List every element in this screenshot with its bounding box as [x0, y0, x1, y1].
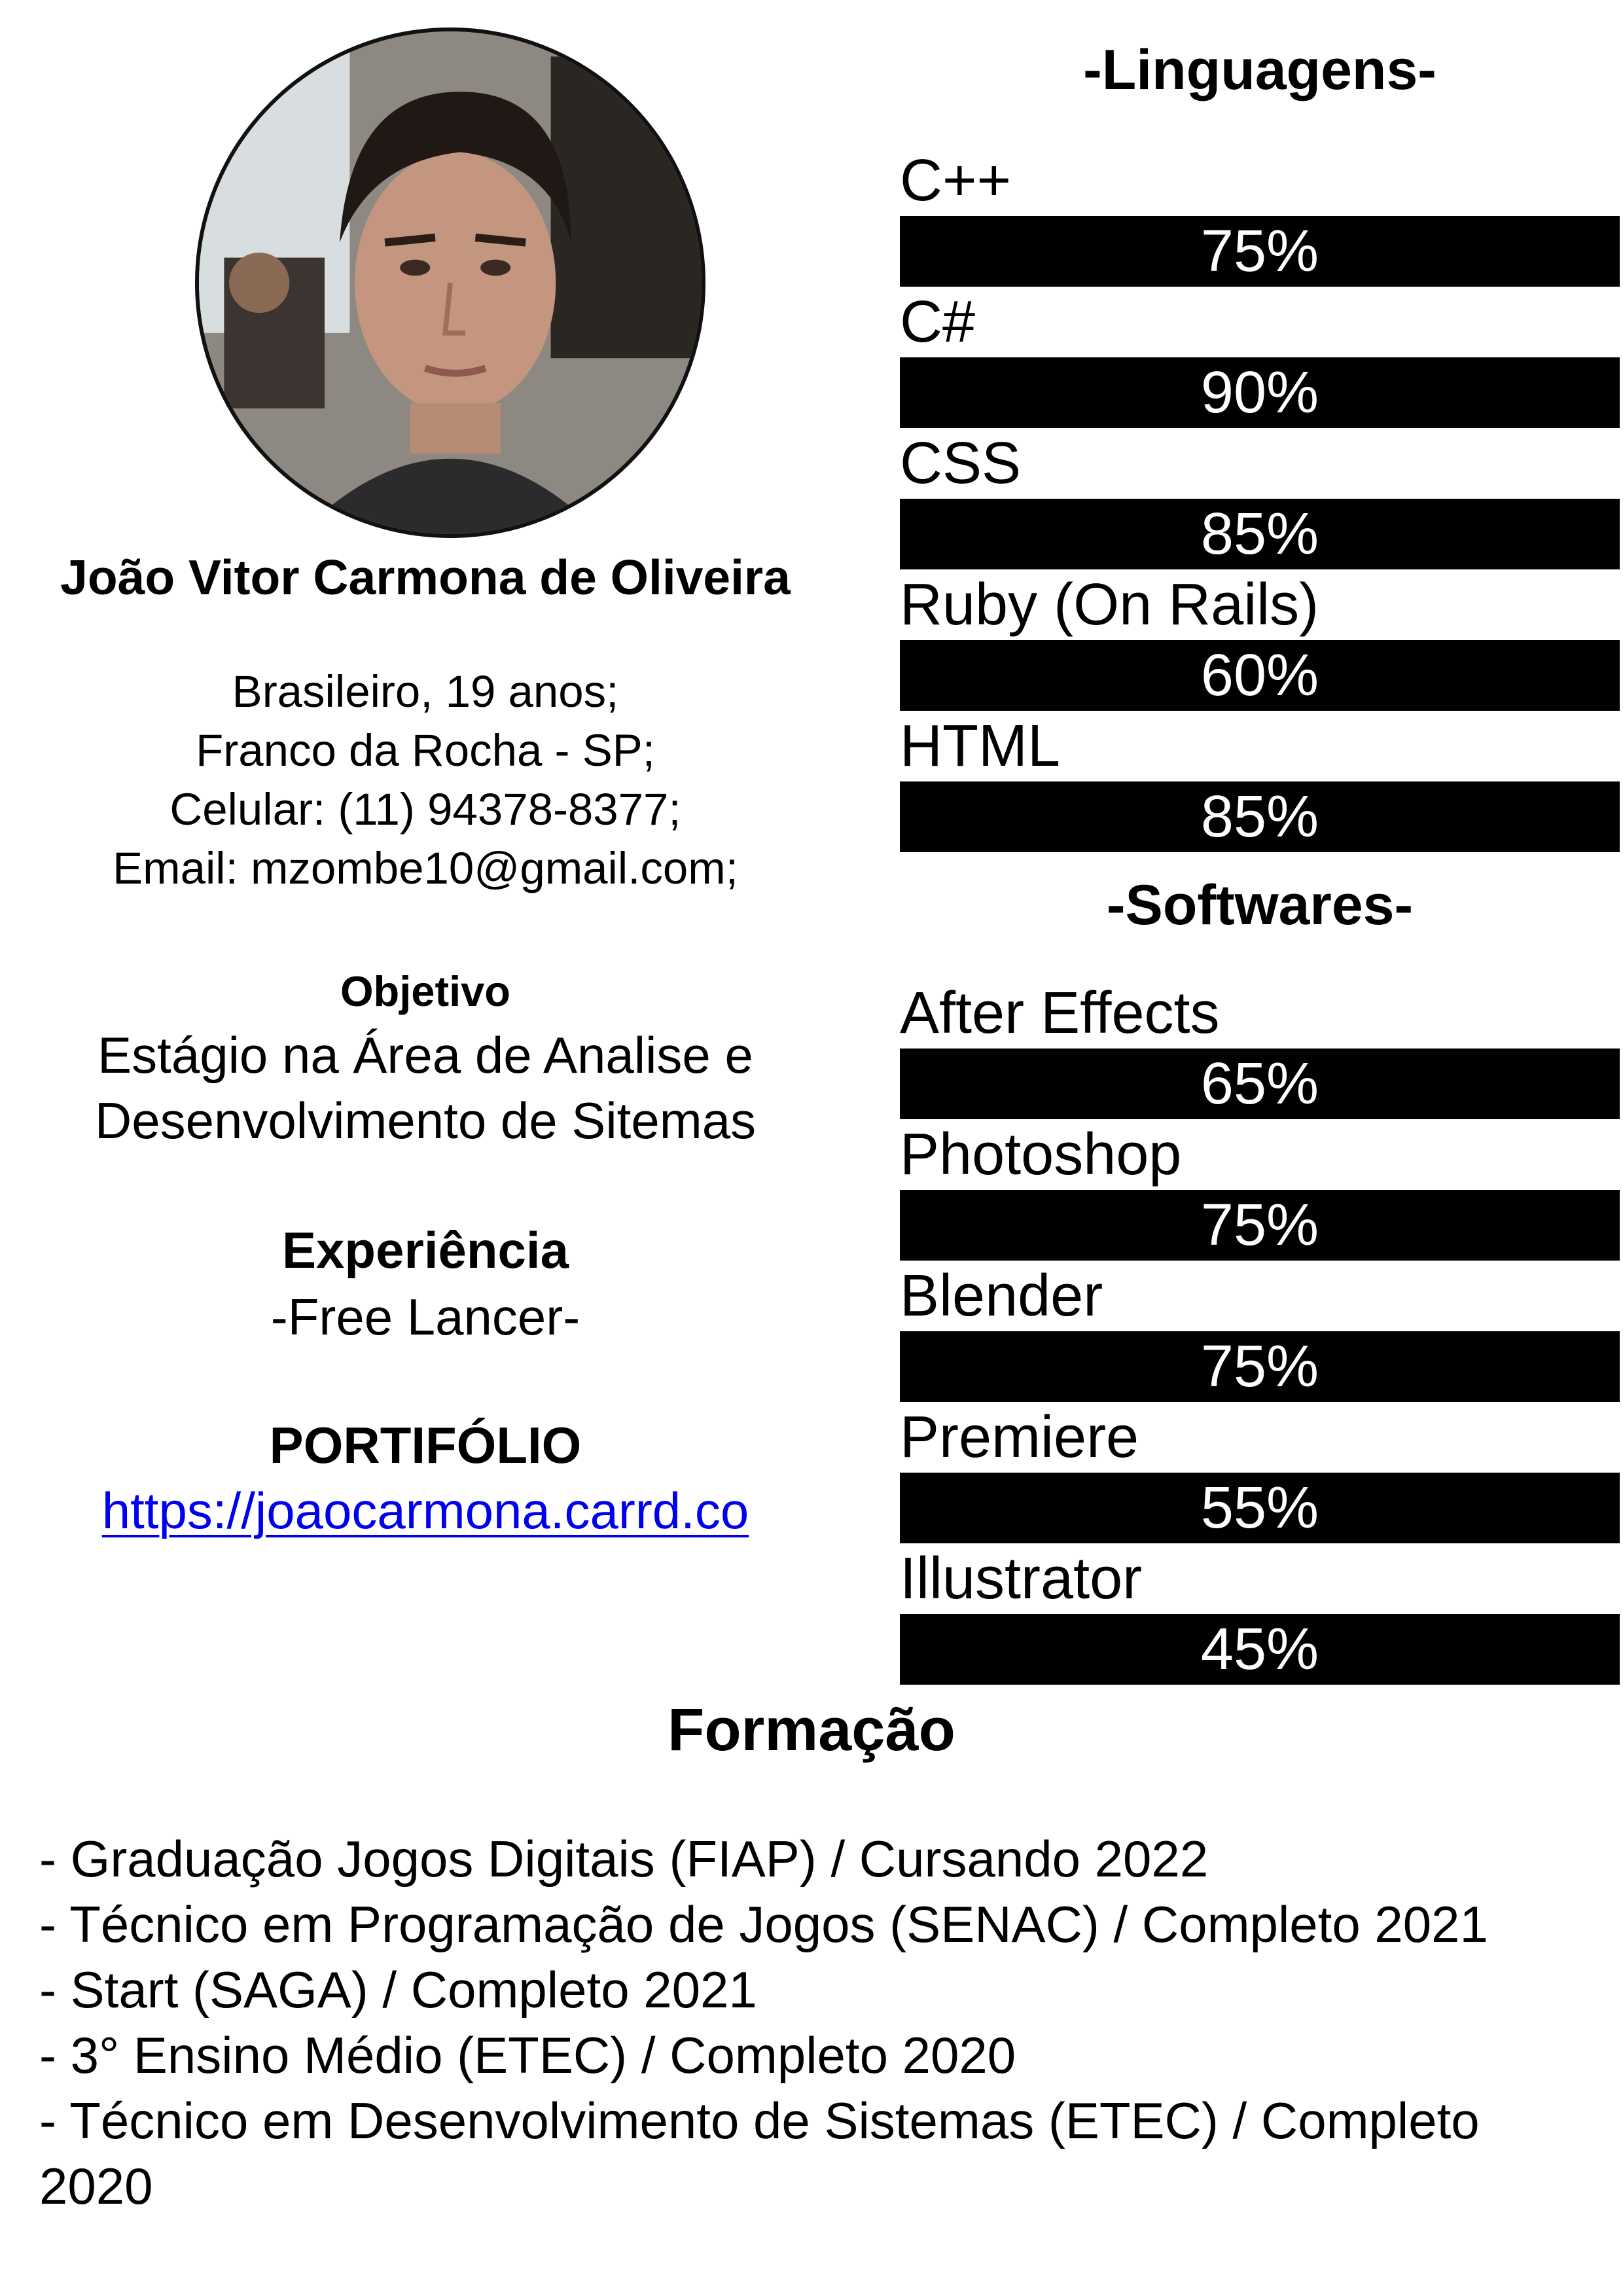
- education-list: - Graduação Jogos Digitais (FIAP) / Curs…: [39, 1826, 1597, 2219]
- software-percent: 75%: [1200, 1193, 1319, 1258]
- software-name: Illustrator: [900, 1546, 1143, 1611]
- software-name: Blender: [900, 1263, 1103, 1329]
- software-item: Premiere 55%: [900, 1402, 1620, 1543]
- language-bar: 75%: [900, 216, 1620, 287]
- software-name: Photoshop: [900, 1122, 1182, 1187]
- objective-line: Estágio na Área de Analise e: [98, 1026, 753, 1084]
- language-percent: 60%: [1200, 643, 1319, 708]
- language-name: CSS: [900, 431, 1022, 496]
- software-name: Premiere: [900, 1405, 1139, 1470]
- objective-text: Estágio na Área de Analise e Desenvolvim…: [26, 1022, 825, 1153]
- language-item: HTML 85%: [900, 711, 1620, 852]
- experience-text: -Free Lancer-: [270, 1288, 580, 1346]
- software-item: Photoshop 75%: [900, 1119, 1620, 1261]
- language-percent: 75%: [1200, 219, 1319, 284]
- software-percent: 45%: [1200, 1617, 1319, 1682]
- education-item: - Start (SAGA) / Completo 2021: [39, 1961, 757, 2018]
- software-percent: 75%: [1200, 1334, 1319, 1399]
- language-percent: 85%: [1200, 784, 1319, 850]
- language-percent: 90%: [1200, 360, 1319, 425]
- software-bar: 55%: [900, 1473, 1620, 1543]
- experience-heading: Experiência: [282, 1221, 569, 1279]
- software-percent: 55%: [1200, 1475, 1319, 1541]
- personal-details: Brasileiro, 19 anos; Franco da Rocha - S…: [26, 662, 825, 898]
- portfolio-heading: PORTIFÓLIO: [269, 1416, 582, 1474]
- language-name: C++: [900, 148, 1012, 213]
- software-bar: 75%: [900, 1331, 1620, 1402]
- languages-heading: -Linguagens-: [1083, 39, 1436, 101]
- software-bar: 65%: [900, 1049, 1620, 1119]
- software-item: After Effects 65%: [900, 978, 1620, 1119]
- detail-phone: Celular: (11) 94378-8377;: [169, 784, 681, 834]
- education-item: - Técnico em Desenvolvimento de Sistemas…: [39, 2092, 1480, 2215]
- objective-heading: Objetivo: [340, 967, 511, 1015]
- education-item: - 3° Ensino Médio (ETEC) / Completo 2020: [39, 2026, 1016, 2084]
- language-name: HTML: [900, 713, 1060, 779]
- language-item: C++ 75%: [900, 145, 1620, 287]
- detail-nationality-age: Brasileiro, 19 anos;: [232, 666, 619, 717]
- software-item: Blender 75%: [900, 1261, 1620, 1402]
- education-heading: Formação: [668, 1696, 955, 1763]
- language-item: CSS 85%: [900, 428, 1620, 569]
- education-item: - Técnico em Programação de Jogos (SENAC…: [39, 1895, 1488, 1953]
- portfolio-link-container: https://joaocarmona.carrd.co: [26, 1478, 825, 1543]
- software-bar: 45%: [900, 1614, 1620, 1685]
- software-item: Illustrator 45%: [900, 1543, 1620, 1685]
- software-percent: 65%: [1200, 1051, 1319, 1117]
- language-bar: 90%: [900, 357, 1620, 428]
- profile-name: João Vitor Carmona de Oliveira: [60, 550, 791, 605]
- language-item: C# 90%: [900, 287, 1620, 428]
- language-name: Ruby (On Rails): [900, 572, 1319, 637]
- detail-location: Franco da Rocha - SP;: [196, 725, 655, 776]
- language-bar: 85%: [900, 499, 1620, 569]
- softwares-heading: -Softwares-: [1106, 874, 1414, 937]
- software-name: After Effects: [900, 980, 1220, 1046]
- softwares-list: After Effects 65% Photoshop 75% Blender 75% Pr…: [900, 978, 1620, 1685]
- software-bar: 75%: [900, 1190, 1620, 1261]
- language-item: Ruby (On Rails) 60%: [900, 569, 1620, 711]
- portfolio-link[interactable]: https://joaocarmona.carrd.co: [102, 1482, 749, 1539]
- profile-photo: [195, 27, 705, 538]
- language-bar: 85%: [900, 781, 1620, 852]
- language-bar: 60%: [900, 640, 1620, 711]
- education-item: - Graduação Jogos Digitais (FIAP) / Curs…: [39, 1830, 1209, 1888]
- language-percent: 85%: [1200, 501, 1319, 567]
- language-name: C#: [900, 289, 976, 355]
- languages-list: C++ 75% C# 90% CSS 85% Ruby (On Rails) 60% HTML 8…: [900, 145, 1620, 852]
- objective-line: Desenvolvimento de Sitemas: [94, 1092, 757, 1149]
- detail-email: Email: mzombe10@gmail.com;: [113, 843, 738, 893]
